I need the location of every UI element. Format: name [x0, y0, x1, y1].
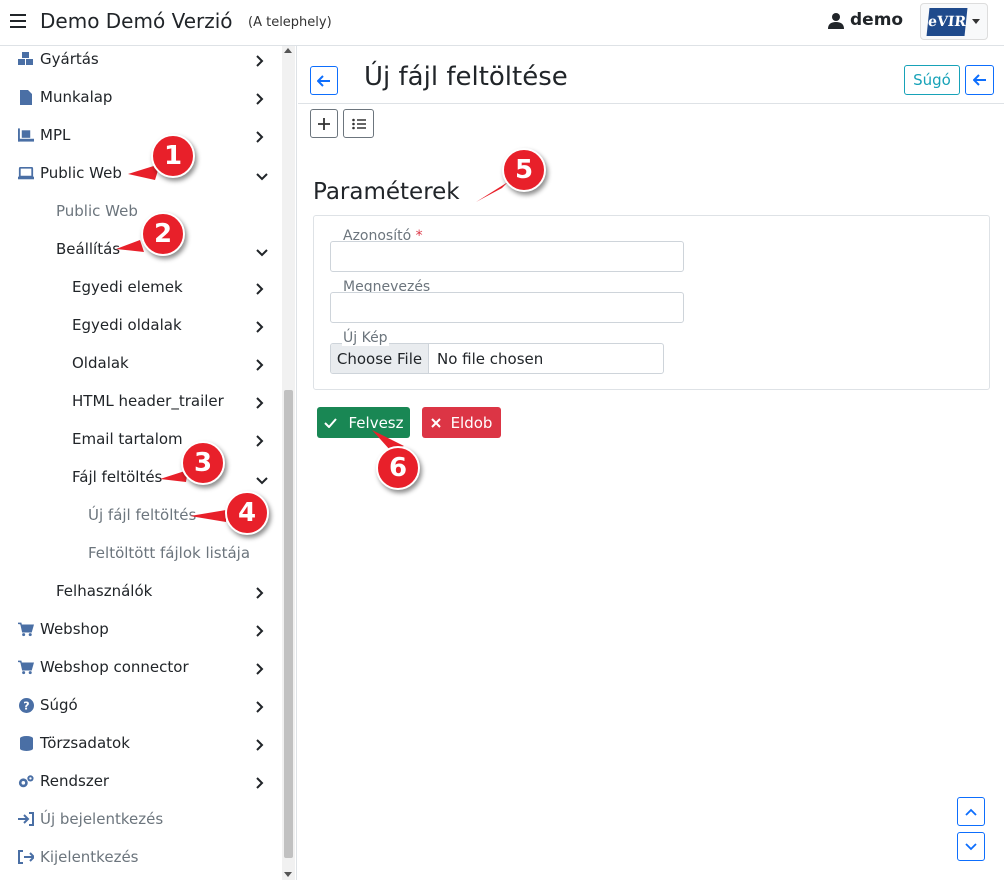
callout-pointers [116, 164, 508, 522]
callout-2: 2 [141, 212, 185, 256]
callout-4: 4 [225, 491, 269, 535]
callout-6: 6 [376, 446, 420, 490]
callout-5: 5 [502, 148, 546, 192]
callout-3: 3 [181, 441, 225, 485]
callout-1: 1 [151, 134, 195, 178]
